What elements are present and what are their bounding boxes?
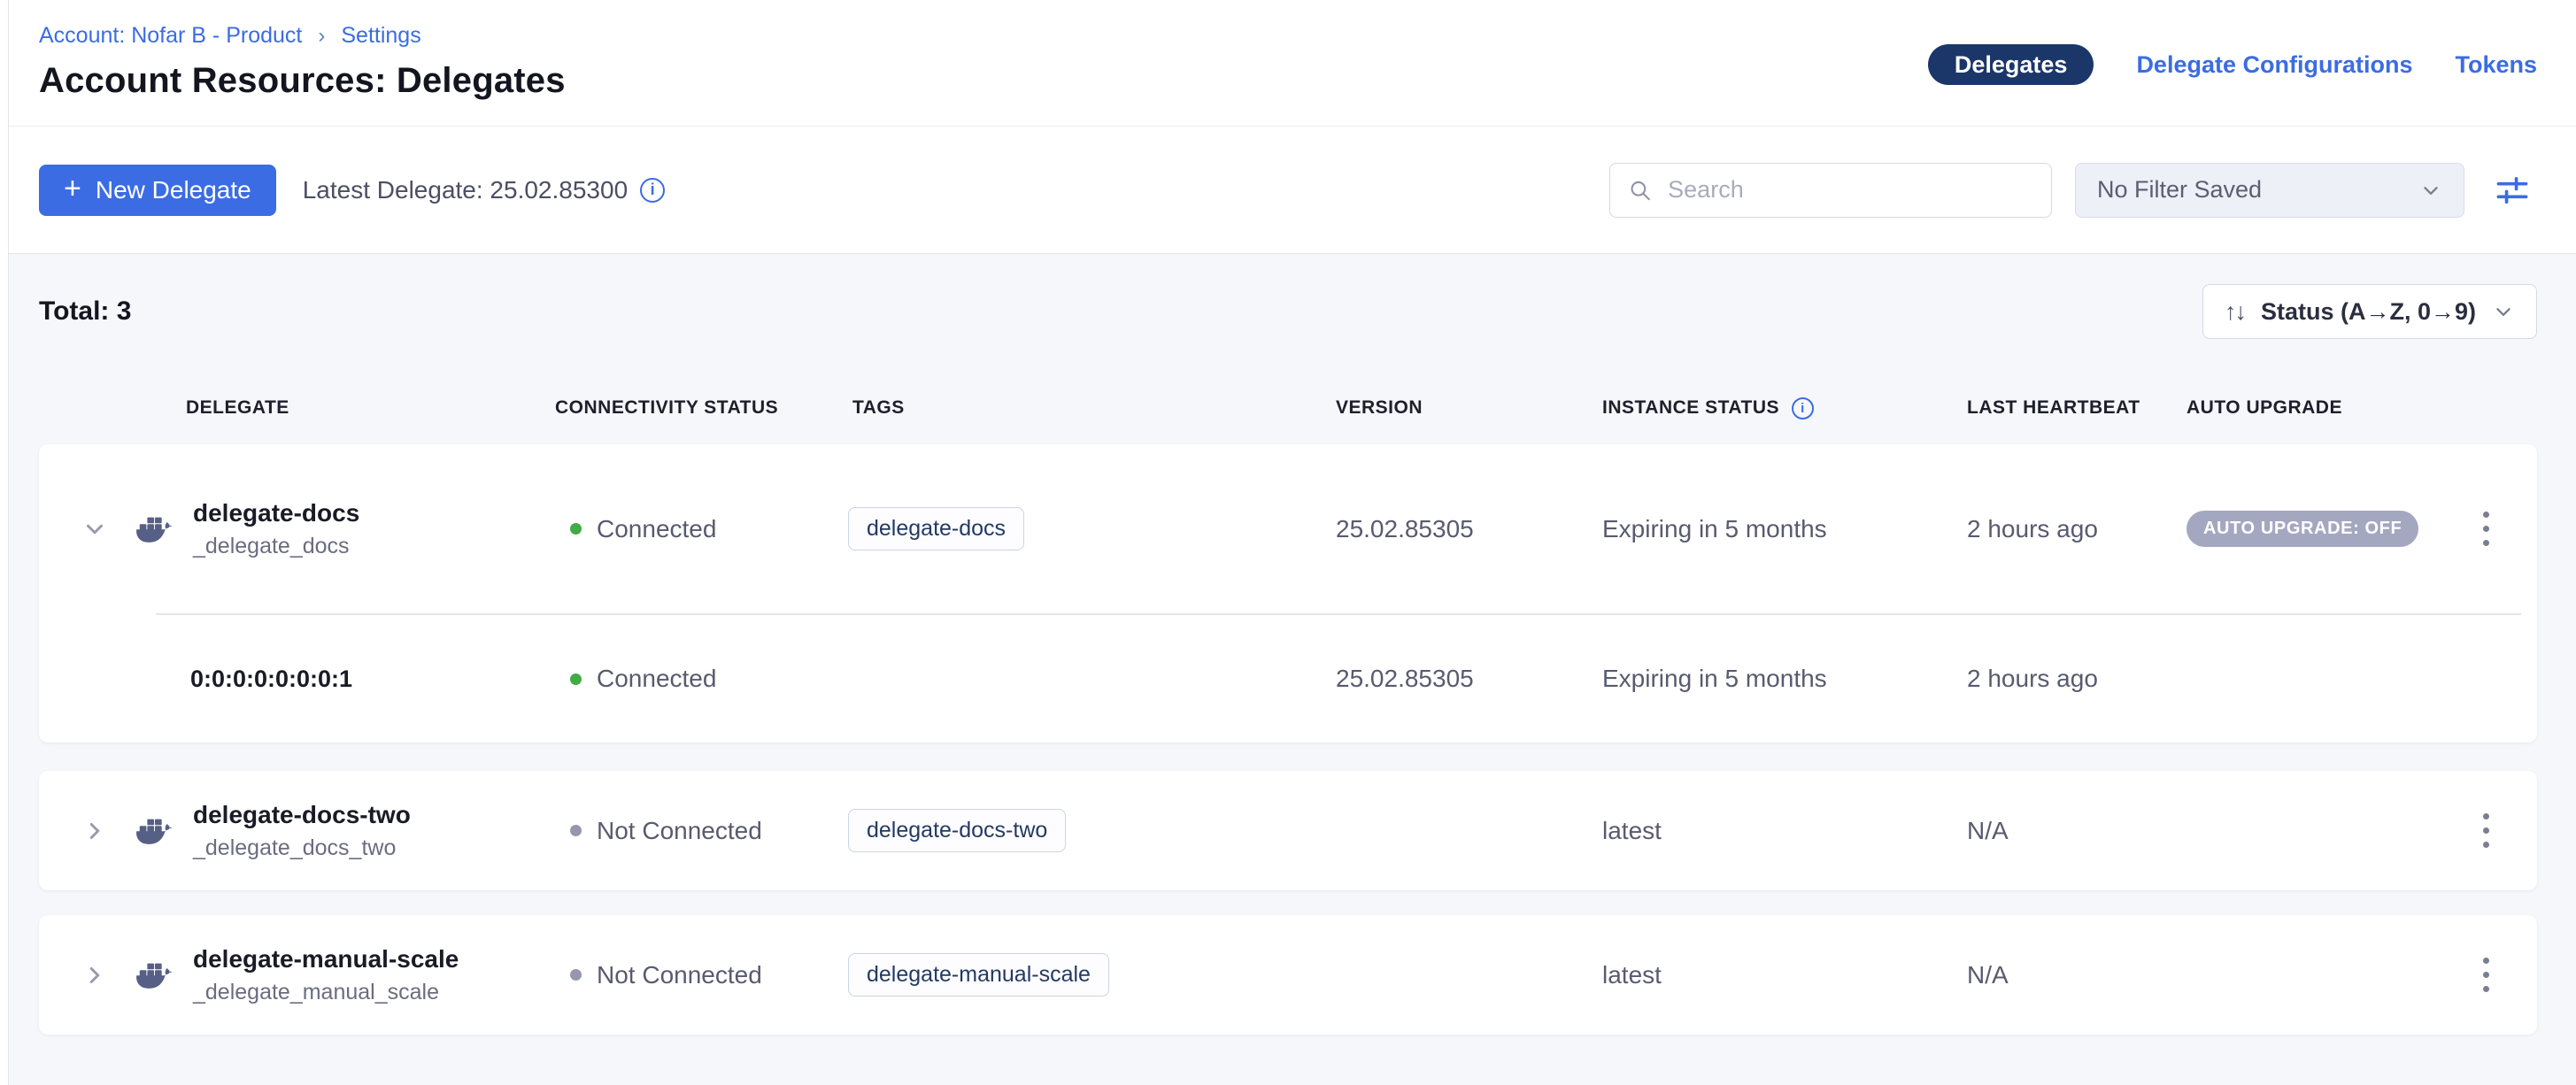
tab-delegate-configurations[interactable]: Delegate Configurations — [2136, 51, 2412, 79]
column-header-auto-upgrade: AUTO UPGRADE — [2187, 397, 2464, 419]
breadcrumb-account-link[interactable]: Account: Nofar B - Product — [39, 23, 302, 49]
column-header-tags: TAGS — [848, 397, 1336, 419]
delegate-name[interactable]: delegate-manual-scale — [193, 945, 459, 973]
last-heartbeat-cell: 2 hours ago — [1967, 665, 2187, 693]
breadcrumb-separator-icon: › — [318, 24, 325, 49]
search-icon — [1628, 177, 1652, 204]
column-header-connectivity-status: CONNECTIVITY STATUS — [555, 397, 848, 419]
table-row[interactable]: delegate-manual-scale _delegate_manual_s… — [39, 915, 2537, 1035]
last-heartbeat-cell: 2 hours ago — [1967, 515, 2187, 543]
connectivity-status-cell: Not Connected — [555, 961, 848, 989]
breadcrumb-settings-link[interactable]: Settings — [341, 23, 420, 49]
filter-settings-button[interactable] — [2487, 165, 2537, 215]
delegate-identifier: _delegate_docs — [193, 534, 359, 559]
row-menu-button[interactable] — [2466, 806, 2505, 855]
delegate-card-delegate-manual-scale: delegate-manual-scale _delegate_manual_s… — [39, 915, 2537, 1035]
connectivity-status-cell: Connected — [555, 665, 848, 693]
search-input[interactable] — [1666, 175, 2033, 204]
plus-icon: + — [64, 173, 81, 204]
version-cell: 25.02.85305 — [1336, 665, 1602, 693]
delegate-name[interactable]: delegate-docs — [193, 499, 359, 527]
chevron-down-icon — [2492, 300, 2515, 323]
delegate-tag: delegate-docs — [848, 507, 1024, 550]
instance-status-cell: latest — [1602, 961, 1967, 989]
row-menu-button[interactable] — [2466, 504, 2505, 553]
delegate-identifier: _delegate_docs_two — [193, 835, 411, 861]
table-header-row: DELEGATE CONNECTIVITY STATUS TAGS VERSIO… — [39, 374, 2537, 442]
chevron-right-icon — [81, 818, 108, 844]
search-box — [1609, 163, 2052, 218]
delegate-tag: delegate-docs-two — [848, 809, 1066, 852]
column-header-version: VERSION — [1336, 397, 1602, 419]
not-connected-dot-icon — [570, 969, 582, 981]
delegate-tag: delegate-manual-scale — [848, 953, 1109, 997]
collapsed-nav-edge — [0, 0, 9, 1085]
delegate-instance-row: 0:0:0:0:0:0:0:1 Connected 25.02.85305 Ex… — [39, 615, 2537, 743]
table-row[interactable]: delegate-docs-two _delegate_docs_two Not… — [39, 771, 2537, 890]
connected-dot-icon — [570, 523, 582, 535]
total-count-label: Total: 3 — [39, 296, 131, 327]
toolbar: + New Delegate Latest Delegate: 25.02.85… — [0, 127, 2576, 254]
auto-upgrade-badge: AUTO UPGRADE: OFF — [2187, 511, 2418, 547]
chevron-down-icon — [81, 516, 108, 542]
new-delegate-button[interactable]: + New Delegate — [39, 165, 276, 216]
delegate-card-delegate-docs: delegate-docs _delegate_docs Connected d… — [39, 444, 2537, 743]
row-menu-button[interactable] — [2466, 950, 2505, 999]
column-header-delegate: DELEGATE — [39, 397, 555, 419]
last-heartbeat-cell: N/A — [1967, 961, 2187, 989]
column-header-last-heartbeat: LAST HEARTBEAT — [1967, 397, 2187, 419]
instance-status-cell: latest — [1602, 817, 1967, 845]
table-row[interactable]: delegate-docs _delegate_docs Connected d… — [39, 444, 2537, 613]
instance-status-info-icon[interactable]: i — [1792, 397, 1814, 419]
sliders-icon — [2493, 170, 2532, 211]
saved-filter-select[interactable]: No Filter Saved — [2075, 163, 2464, 218]
connectivity-status-cell: Connected — [555, 515, 848, 543]
expand-row-button[interactable] — [81, 962, 108, 989]
instance-status-cell: Expiring in 5 months — [1602, 665, 1967, 693]
docker-icon — [135, 813, 175, 849]
latest-delegate-info: Latest Delegate: 25.02.85300 i — [303, 176, 665, 204]
tab-tokens[interactable]: Tokens — [2455, 51, 2537, 79]
column-header-instance-status: INSTANCE STATUS i — [1602, 397, 1967, 419]
tab-delegates[interactable]: Delegates — [1928, 44, 2094, 85]
last-heartbeat-cell: N/A — [1967, 817, 2187, 845]
delegates-list-panel: Total: 3 ↑↓ Status (A→Z, 0→9) DELEGATE C… — [0, 254, 2576, 1085]
latest-delegate-info-icon[interactable]: i — [640, 178, 665, 203]
chevron-down-icon — [2419, 179, 2442, 202]
expand-row-button[interactable] — [81, 818, 108, 844]
docker-icon — [135, 512, 175, 547]
instance-status-cell: Expiring in 5 months — [1602, 515, 1967, 543]
not-connected-dot-icon — [570, 825, 582, 836]
docker-icon — [135, 958, 175, 993]
sort-select[interactable]: ↑↓ Status (A→Z, 0→9) — [2202, 284, 2537, 339]
connectivity-status-cell: Not Connected — [555, 817, 848, 845]
collapse-row-button[interactable] — [81, 516, 108, 542]
connected-dot-icon — [570, 673, 582, 685]
resource-tabs: Delegates Delegate Configurations Tokens — [1928, 44, 2537, 85]
delegate-identifier: _delegate_manual_scale — [193, 980, 459, 1005]
delegate-name[interactable]: delegate-docs-two — [193, 801, 411, 829]
version-cell: 25.02.85305 — [1336, 515, 1602, 543]
sort-arrows-icon: ↑↓ — [2225, 298, 2245, 326]
instance-host: 0:0:0:0:0:0:0:1 — [39, 666, 555, 693]
chevron-right-icon — [81, 962, 108, 989]
delegate-card-delegate-docs-two: delegate-docs-two _delegate_docs_two Not… — [39, 771, 2537, 890]
page-header: Account: Nofar B - Product › Settings Ac… — [0, 0, 2576, 127]
